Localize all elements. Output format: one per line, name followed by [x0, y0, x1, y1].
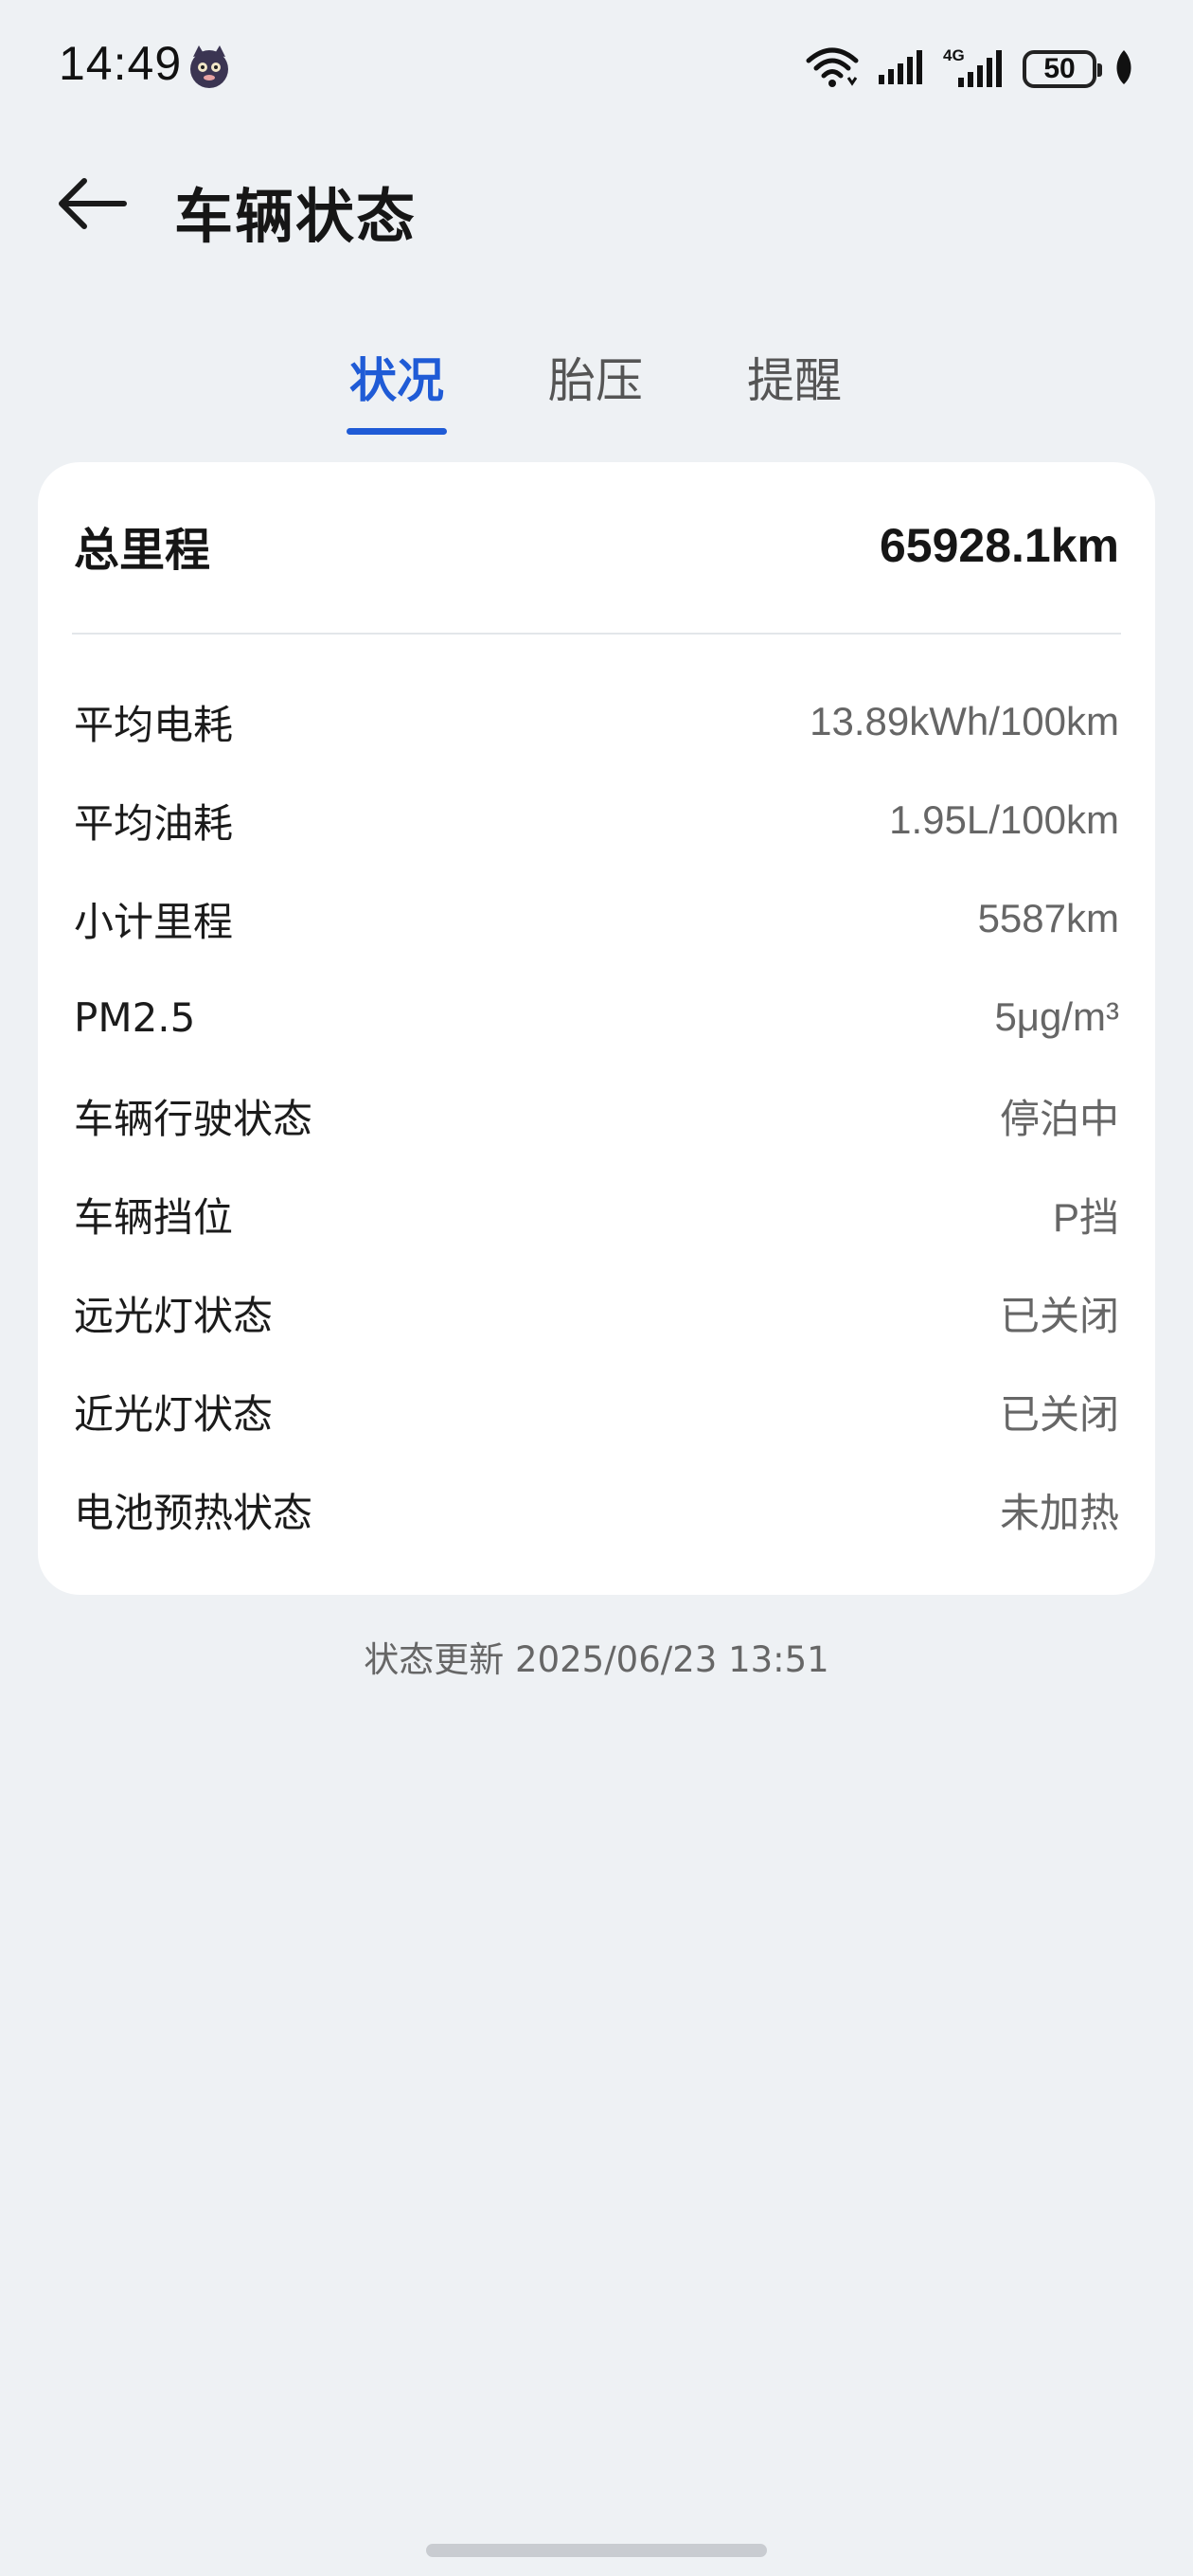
tab-tire-pressure[interactable]: 胎压 — [545, 343, 646, 411]
divider — [72, 633, 1121, 635]
total-mileage-row: 总里程 65928.1km — [74, 508, 1119, 583]
status-row-high-beam: 远光灯状态 已关闭 — [74, 1263, 1119, 1362]
cell-signal-icon — [877, 48, 926, 90]
status-bar: 14:49 4G 50 — [0, 0, 1193, 133]
status-icons: 4G 50 — [805, 45, 1134, 93]
row-label: 小计里程 — [74, 898, 234, 945]
status-row-trip-mileage: 小计里程 5587km — [74, 869, 1119, 968]
battery-icon: 50 — [1023, 50, 1102, 88]
tab-indicator — [347, 428, 447, 435]
row-label: 车辆行驶状态 — [74, 1095, 313, 1142]
vehicle-status-card: 总里程 65928.1km 平均电耗 13.89kWh/100km 平均油耗 1… — [38, 462, 1155, 1595]
row-label: 电池预热状态 — [74, 1489, 313, 1536]
row-label: 车辆挡位 — [74, 1193, 234, 1241]
svg-text:4G: 4G — [943, 46, 965, 64]
cat-avatar-icon — [186, 44, 233, 91]
home-indicator[interactable] — [426, 2544, 767, 2557]
row-value: 已关闭 — [999, 1391, 1119, 1437]
status-time: 14:49 — [59, 37, 183, 90]
row-label: 平均油耗 — [74, 799, 234, 847]
row-label: PM2.5 — [74, 993, 196, 1041]
row-value: P挡 — [1052, 1194, 1119, 1240]
status-row-pm25: PM2.5 5μg/m³ — [74, 968, 1119, 1066]
total-mileage-value: 65928.1km — [879, 519, 1119, 572]
last-updated-text: 状态更新 2025/06/23 13:51 — [364, 1639, 829, 1680]
total-mileage-label: 总里程 — [74, 524, 211, 577]
status-row-avg-fuel-consumption: 平均油耗 1.95L/100km — [74, 771, 1119, 869]
row-value: 停泊中 — [999, 1096, 1119, 1141]
row-label: 平均电耗 — [74, 701, 234, 748]
back-button[interactable] — [49, 161, 134, 246]
status-row-low-beam: 近光灯状态 已关闭 — [74, 1362, 1119, 1460]
row-label: 近光灯状态 — [74, 1390, 274, 1438]
row-label: 远光灯状态 — [74, 1292, 274, 1339]
row-value: 已关闭 — [999, 1293, 1119, 1338]
row-value: 1.95L/100km — [889, 797, 1119, 842]
tab-condition[interactable]: 状况 — [347, 343, 447, 411]
leaf-icon — [1113, 48, 1134, 90]
status-row-avg-power-consumption: 平均电耗 13.89kWh/100km — [74, 672, 1119, 771]
wifi-icon — [805, 45, 860, 93]
row-value: 未加热 — [999, 1490, 1119, 1535]
header: 车辆状态 — [0, 152, 1193, 256]
tab-reminder[interactable]: 提醒 — [744, 343, 845, 411]
tab-bar: 状况 胎压 提醒 — [0, 333, 1193, 438]
row-value: 5μg/m³ — [994, 994, 1119, 1039]
status-row-gear: 车辆挡位 P挡 — [74, 1165, 1119, 1263]
cell-4g-signal-icon: 4G — [943, 45, 1006, 93]
arrow-left-icon — [59, 178, 127, 229]
row-value: 5587km — [977, 896, 1119, 940]
page-title: 车辆状态 — [174, 182, 418, 251]
status-row-battery-preheat: 电池预热状态 未加热 — [74, 1460, 1119, 1559]
status-list: 平均电耗 13.89kWh/100km 平均油耗 1.95L/100km 小计里… — [74, 672, 1119, 1559]
row-value: 13.89kWh/100km — [810, 699, 1119, 743]
status-row-driving-state: 车辆行驶状态 停泊中 — [74, 1066, 1119, 1165]
